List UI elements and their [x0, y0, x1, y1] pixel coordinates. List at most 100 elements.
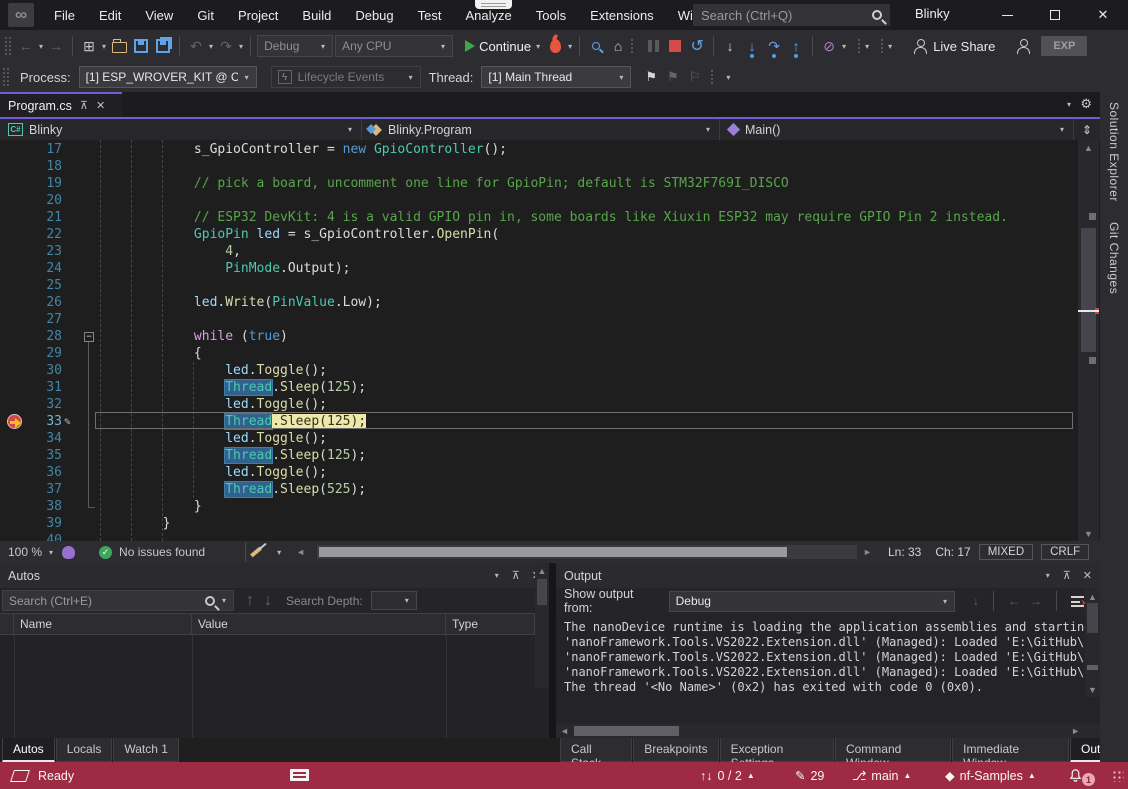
chevron-down-icon[interactable]: ▾ [864, 42, 870, 51]
scrollbar-thumb[interactable] [1081, 228, 1096, 352]
split-window-button[interactable]: ⇕ [1074, 119, 1100, 140]
tab-locals[interactable]: Locals [56, 738, 113, 762]
tab-command-window[interactable]: Command Window [835, 738, 951, 762]
menu-view[interactable]: View [135, 4, 183, 27]
side-tab-solution-explorer[interactable]: Solution Explorer [1100, 92, 1128, 212]
code-line-29[interactable]: 29 { [0, 345, 1078, 362]
tab-breakpoints[interactable]: Breakpoints [633, 738, 718, 762]
step-out-button[interactable]: ↑ [786, 34, 806, 58]
previous-message-button[interactable]: ← [1008, 594, 1020, 608]
undo-button[interactable]: ↶ [186, 34, 206, 58]
code-line-31[interactable]: 31 Thread.Sleep(125); [0, 379, 1078, 396]
code-line-24[interactable]: 24 PinMode.Output); [0, 260, 1078, 277]
side-tab-git-changes[interactable]: Git Changes [1100, 212, 1128, 304]
continue-dropdown[interactable]: ▾ [535, 42, 541, 51]
tab-call-stack[interactable]: Call Stack [560, 738, 632, 762]
scroll-up-icon[interactable]: ▲ [1085, 589, 1100, 604]
redo-button[interactable]: ↷ [216, 34, 236, 58]
sync-status[interactable]: ↑↓ 0 / 2 ▲ [700, 769, 755, 783]
scrollbar-thumb[interactable] [319, 547, 787, 557]
chevron-down-icon[interactable]: ▾ [887, 42, 893, 51]
code-line-39[interactable]: 39 } [0, 515, 1078, 532]
menu-edit[interactable]: Edit [89, 4, 131, 27]
hot-reload-button[interactable] [545, 34, 565, 58]
output-title-bar[interactable]: Output ▾ ⊼ ✕ [556, 563, 1100, 588]
project-dropdown[interactable]: C# Blinky ▾ [0, 119, 362, 140]
scroll-right-icon[interactable]: ► [1071, 726, 1080, 736]
menu-debug[interactable]: Debug [345, 4, 403, 27]
tab-program-cs[interactable]: Program.cs ⊼ ✕ [0, 92, 122, 117]
code-line-34[interactable]: 34 led.Toggle(); [0, 430, 1078, 447]
search-depth-dropdown[interactable]: ▾ [371, 591, 417, 610]
lifecycle-events-dropdown[interactable]: ϟ Lifecycle Events ▾ [271, 66, 421, 88]
code-line-32[interactable]: 32 led.Toggle(); [0, 396, 1078, 413]
tab-immediate-window[interactable]: Immediate Window [952, 738, 1069, 762]
flagged-threads-only-button[interactable]: ⚑ [667, 69, 679, 85]
autos-search-input[interactable]: Search (Ctrl+E) ▾ [2, 590, 234, 611]
intellisense-icon[interactable] [62, 546, 75, 559]
live-share-button[interactable]: Live Share [911, 34, 997, 58]
save-all-button[interactable] [153, 34, 173, 58]
debug-toolbar-overflow[interactable]: ▾ [841, 42, 847, 51]
pin-icon[interactable]: ⊼ [1063, 569, 1071, 582]
restart-button[interactable]: ↺ [687, 34, 707, 58]
line-ending-indicator[interactable]: CRLF [1041, 544, 1089, 560]
window-position-dropdown[interactable]: ▾ [1045, 571, 1051, 580]
encoding-indicator[interactable]: MIXED [979, 544, 1033, 560]
code-line-27[interactable]: 27 [0, 311, 1078, 328]
type-dropdown[interactable]: Blinky.Program ▾ [362, 119, 720, 140]
output-text-area[interactable]: The nanoDevice runtime is loading the ap… [556, 614, 1100, 722]
goto-message-button[interactable]: ↓ [973, 594, 979, 608]
feedback-button[interactable] [1013, 34, 1033, 58]
notifications-button[interactable]: 1 [1068, 765, 1095, 786]
document-list-dropdown[interactable]: ▾ [1066, 100, 1072, 109]
close-icon[interactable]: ✕ [1083, 569, 1092, 582]
menu-file[interactable]: File [44, 4, 85, 27]
tab-exception-settings[interactable]: Exception Settings [720, 738, 834, 762]
close-button[interactable]: ✕ [1080, 0, 1126, 30]
save-button[interactable] [131, 34, 151, 58]
scroll-down-icon[interactable]: ▼ [1085, 682, 1100, 697]
code-cleanup-dropdown[interactable]: ▾ [276, 548, 282, 557]
output-horizontal-scrollbar[interactable]: ◄ ► [556, 724, 1100, 738]
toolbar-overflow[interactable] [630, 38, 635, 54]
scroll-left-icon[interactable]: ◄ [560, 726, 569, 736]
show-threads-in-source-button[interactable]: ⊘ [819, 34, 839, 58]
scrollbar-thumb[interactable] [1087, 603, 1098, 633]
code-line-23[interactable]: 23 4, [0, 243, 1078, 260]
hot-reload-dropdown[interactable]: ▾ [567, 42, 573, 51]
code-line-30[interactable]: 30 led.Toggle(); [0, 362, 1078, 379]
column-header-value[interactable]: Value [192, 614, 446, 634]
code-line-22[interactable]: 22 GpioPin led = s_GpioController.OpenPi… [0, 226, 1078, 243]
open-file-button[interactable] [109, 34, 129, 58]
toolbar-drag-handle[interactable] [4, 36, 12, 56]
code-line-40[interactable]: 40 [0, 532, 1078, 541]
clear-all-icon[interactable] [1071, 596, 1084, 607]
code-line-38[interactable]: 38 } [0, 498, 1078, 515]
panel-splitter[interactable] [549, 563, 556, 738]
code-editor[interactable]: 17 s_GpioController = new GpioController… [0, 140, 1100, 541]
output-vertical-scrollbar[interactable]: ▲ ▼ [1085, 589, 1100, 697]
code-line-18[interactable]: 18 [0, 158, 1078, 175]
gear-icon[interactable]: ⚙ [1080, 96, 1092, 112]
pause-button[interactable] [643, 34, 663, 58]
configuration-dropdown[interactable]: Debug ▾ [257, 35, 333, 57]
navigate-back-button[interactable]: ← [16, 34, 36, 58]
close-tab-icon[interactable]: ✕ [96, 99, 105, 112]
code-line-21[interactable]: 21 // ESP32 DevKit: 4 is a valid GPIO pi… [0, 209, 1078, 226]
next-message-button[interactable]: → [1030, 594, 1042, 608]
code-line-19[interactable]: 19 // pick a board, uncomment one line f… [0, 175, 1078, 192]
chevron-down-icon[interactable]: ▾ [725, 73, 731, 82]
repo-selector[interactable]: ◆ nf-Samples ▲ [945, 768, 1036, 783]
menu-test[interactable]: Test [408, 4, 452, 27]
scroll-down-icon[interactable]: ▼ [1078, 526, 1099, 541]
resize-grip[interactable] [1112, 770, 1124, 782]
toolbar-overflow[interactable] [880, 38, 885, 54]
minimize-button[interactable] [984, 0, 1030, 30]
autos-grid-body[interactable] [0, 635, 549, 738]
column-header-name[interactable]: Name [14, 614, 192, 634]
flag-threads-button[interactable]: ⚑ [645, 69, 657, 85]
step-over-button[interactable]: ↷ [764, 34, 784, 58]
navigate-back-dropdown[interactable]: ▾ [38, 42, 44, 51]
editor-horizontal-scrollbar[interactable] [317, 545, 857, 559]
